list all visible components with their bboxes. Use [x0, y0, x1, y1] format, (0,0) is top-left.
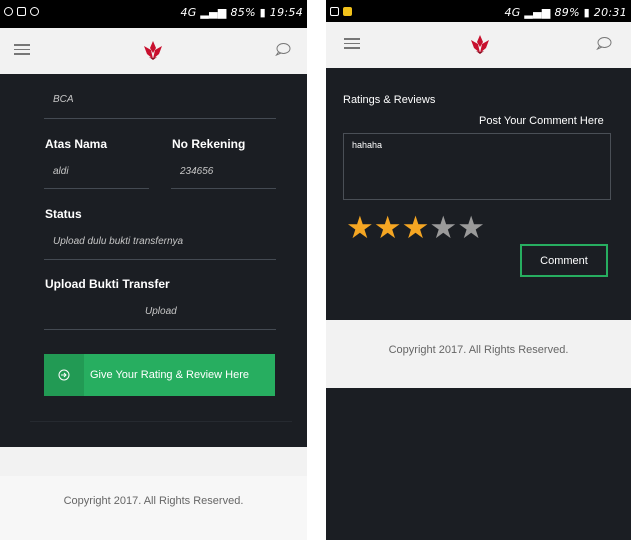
- no-rekening-field[interactable]: 234656: [180, 166, 213, 177]
- menu-icon[interactable]: [344, 38, 360, 50]
- copyright-text: Copyright 2017. All Rights Reserved.: [63, 495, 244, 507]
- battery-percent: 85%: [230, 6, 256, 19]
- bank-value: BCA: [53, 94, 74, 105]
- notification-icon: [330, 7, 339, 16]
- star-rating[interactable]: ★ ★ ★ ★ ★: [346, 212, 485, 243]
- left-phone-screen: 4G ▂▄▆ 85% ▮ 19:54 BCA Atas Nama No Reke…: [0, 0, 307, 540]
- right-phone-screen: 4G ▂▄▆ 89% ▮ 20:31 Ratings & Reviews Pos…: [326, 0, 631, 540]
- comment-button[interactable]: Comment: [520, 244, 608, 277]
- menu-icon[interactable]: [14, 44, 30, 56]
- upload-field[interactable]: Upload: [145, 306, 177, 317]
- field-underline: [44, 118, 276, 119]
- status-notification-icons: [330, 7, 352, 16]
- notification-icon: [30, 7, 39, 16]
- star-icon[interactable]: ★: [457, 212, 485, 243]
- status-value: Upload dulu bukti transfernya: [53, 236, 184, 247]
- status-bar: 4G ▂▄▆ 85% ▮ 19:54: [0, 0, 307, 28]
- notification-icon: [4, 7, 13, 16]
- give-rating-button[interactable]: Give Your Rating & Review Here: [44, 354, 275, 396]
- notification-icon: [343, 7, 352, 16]
- footer: Copyright 2017. All Rights Reserved.: [326, 320, 631, 388]
- field-underline: [171, 188, 276, 189]
- copyright-text: Copyright 2017. All Rights Reserved.: [388, 344, 569, 356]
- network-indicator: 4G: [180, 6, 197, 19]
- network-indicator: 4G: [504, 6, 521, 19]
- app-bar: [326, 22, 631, 68]
- comment-input[interactable]: hahaha: [343, 133, 611, 200]
- atas-nama-field[interactable]: aldi: [53, 166, 69, 177]
- footer-strip: [0, 447, 307, 476]
- battery-icon: ▮: [259, 6, 266, 19]
- post-comment-label: Post Your Comment Here: [479, 115, 604, 127]
- field-underline: [44, 329, 276, 330]
- star-icon[interactable]: ★: [374, 212, 402, 243]
- section-title: Ratings & Reviews: [343, 94, 436, 106]
- battery-percent: 89%: [554, 6, 580, 19]
- upload-arrow-icon: [44, 354, 84, 396]
- status-right: 4G ▂▄▆ 85% ▮ 19:54: [180, 6, 303, 19]
- status-right: 4G ▂▄▆ 89% ▮ 20:31: [504, 6, 627, 19]
- star-icon[interactable]: ★: [429, 212, 457, 243]
- give-rating-button-label: Give Your Rating & Review Here: [90, 369, 249, 381]
- field-underline: [44, 259, 276, 260]
- star-icon[interactable]: ★: [346, 212, 374, 243]
- battery-icon: ▮: [583, 6, 590, 19]
- no-rekening-label: No Rekening: [172, 137, 246, 151]
- status-label: Status: [45, 207, 82, 221]
- star-icon[interactable]: ★: [402, 212, 430, 243]
- app-bar: [0, 28, 307, 74]
- signal-icon: ▂▄▆: [200, 6, 227, 19]
- upload-arrow-icon-svg: [58, 369, 70, 381]
- notification-icon: [17, 7, 26, 16]
- upload-label: Upload Bukti Transfer: [45, 277, 170, 291]
- comment-button-label: Comment: [540, 254, 588, 267]
- status-notification-icons: [4, 7, 39, 16]
- footer: Copyright 2017. All Rights Reserved.: [0, 476, 307, 540]
- signal-icon: ▂▄▆: [524, 6, 551, 19]
- chat-bubble-icon[interactable]: [275, 42, 291, 56]
- lotus-logo-icon[interactable]: [468, 32, 492, 56]
- atas-nama-label: Atas Nama: [45, 137, 108, 151]
- divider: [30, 421, 292, 422]
- status-time: 20:31: [593, 6, 627, 19]
- page-background: [326, 388, 631, 540]
- lotus-logo-icon[interactable]: [141, 38, 165, 62]
- field-underline: [44, 188, 149, 189]
- chat-bubble-icon[interactable]: [596, 36, 612, 50]
- status-time: 19:54: [269, 6, 303, 19]
